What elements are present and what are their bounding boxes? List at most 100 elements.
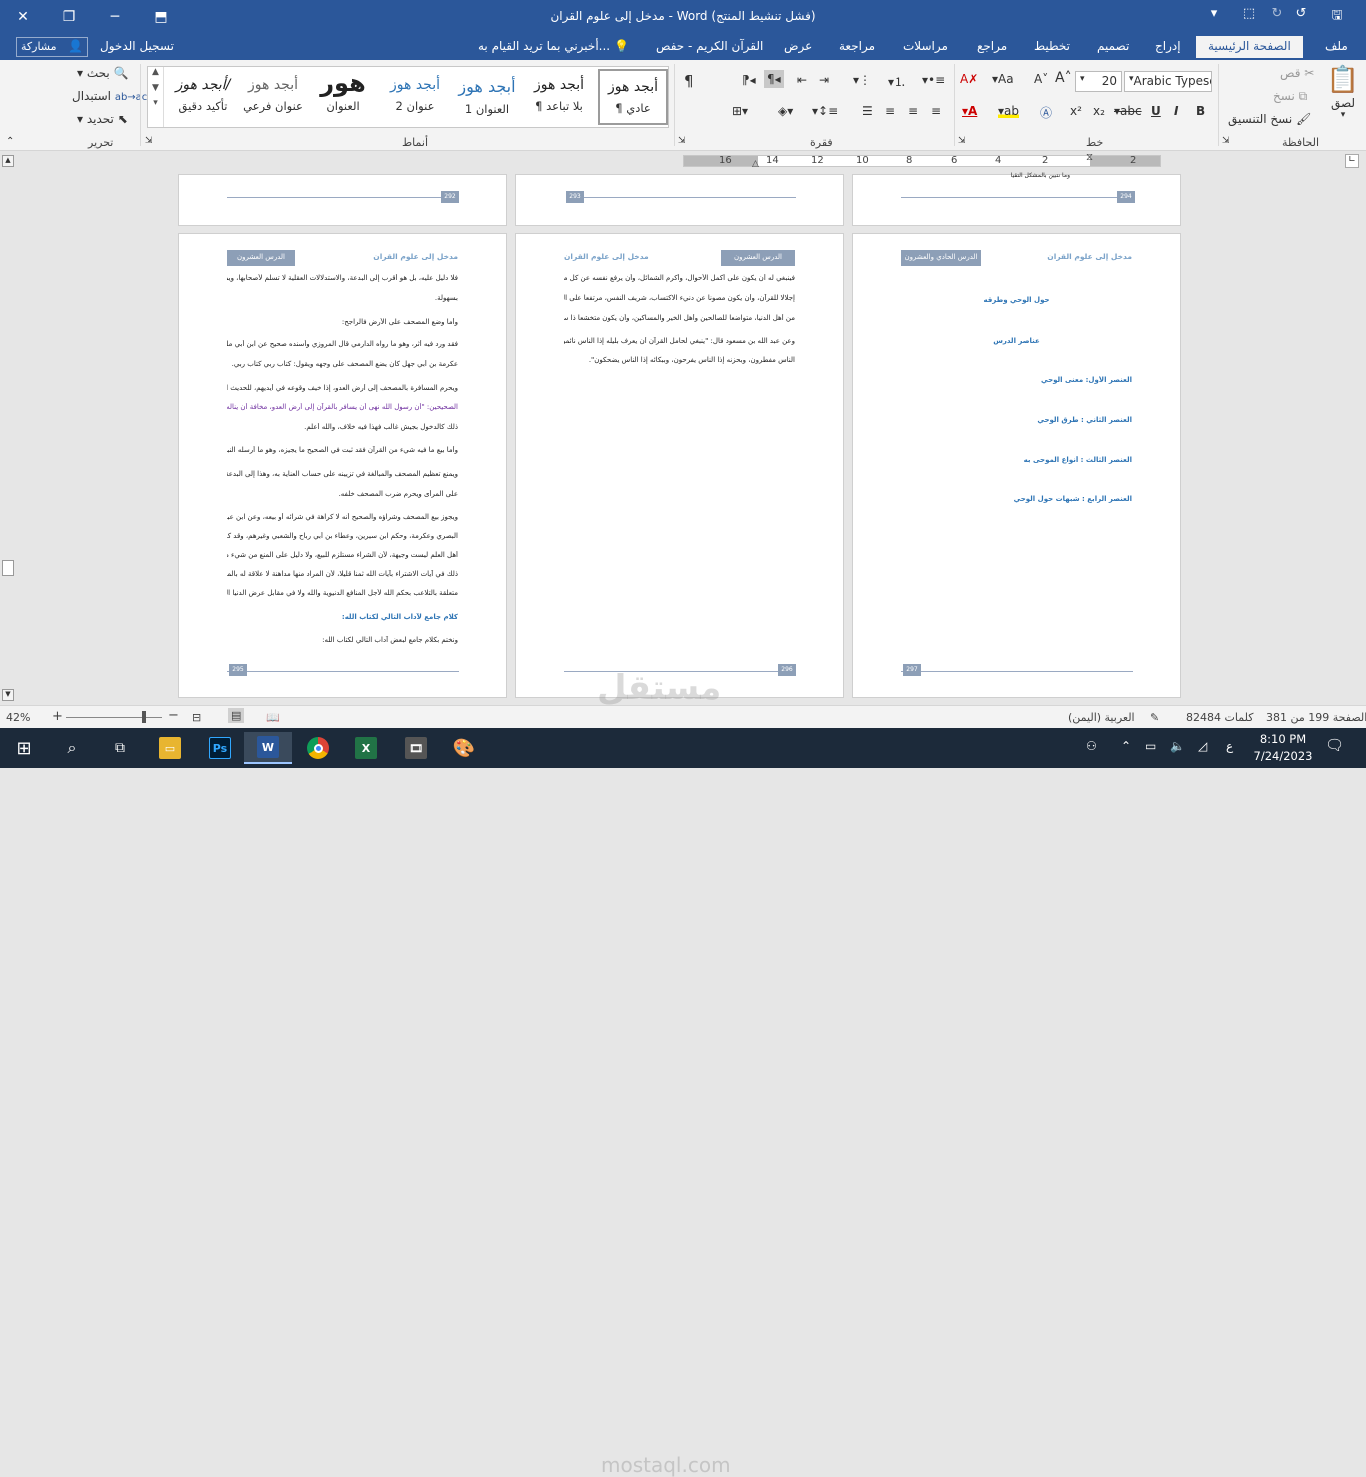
style-normal[interactable]: أبجد هوز ¶ عادي bbox=[598, 69, 668, 125]
change-case-icon[interactable]: ▾Aa bbox=[992, 72, 1014, 86]
read-mode-icon[interactable]: 📖 bbox=[266, 711, 280, 724]
people-icon[interactable]: ⚇ bbox=[1086, 739, 1097, 753]
increase-indent-icon[interactable]: ⇥ bbox=[819, 73, 829, 87]
style-subtitle[interactable]: أبجد هوز عنوان فرعي bbox=[238, 69, 308, 125]
vertical-scrollbar[interactable]: ▲ ▼ bbox=[0, 153, 17, 705]
align-right-icon[interactable]: ≡ bbox=[931, 104, 941, 118]
language-indicator[interactable]: العربية (اليمن) bbox=[1068, 711, 1135, 724]
scroll-thumb[interactable] bbox=[2, 560, 14, 576]
style-no-spacing[interactable]: أبجد هوز ¶ بلا تباعد bbox=[524, 69, 594, 125]
zoom-level[interactable]: 42% bbox=[6, 711, 30, 724]
customize-qat-icon[interactable]: ▾ bbox=[1203, 6, 1225, 26]
styles-dialog-launcher-icon[interactable]: ⇲ bbox=[145, 136, 153, 146]
font-size-box[interactable]: ▾ 20 bbox=[1075, 71, 1122, 92]
paste-button[interactable]: 📋 لصق ▾ bbox=[1325, 64, 1361, 120]
collapse-ribbon-icon[interactable]: ⌃ bbox=[6, 136, 14, 147]
tab-insert[interactable]: إدراج bbox=[1155, 39, 1181, 53]
font-family-box[interactable]: ▾ Arabic Typese bbox=[1124, 71, 1212, 92]
volume-icon[interactable]: 🔈 bbox=[1170, 739, 1185, 753]
font-color-icon[interactable]: ▾A bbox=[962, 104, 977, 118]
italic-icon[interactable]: I bbox=[1174, 104, 1178, 118]
highlight-icon[interactable]: ▾ab bbox=[998, 104, 1019, 118]
print-layout-icon[interactable]: ▤ bbox=[228, 708, 245, 723]
clear-formatting-icon[interactable]: A✗ bbox=[960, 72, 978, 86]
document-page[interactable]: 292 bbox=[178, 174, 507, 226]
tab-mailings[interactable]: مراسلات bbox=[903, 39, 948, 53]
subscript-icon[interactable]: x₂ bbox=[1093, 104, 1105, 118]
grow-font-icon[interactable]: A˄ bbox=[1055, 70, 1072, 86]
replace-button[interactable]: استبدال ab→ac bbox=[72, 89, 147, 103]
tab-home[interactable]: الصفحة الرئيسية bbox=[1196, 36, 1303, 58]
horizontal-ruler[interactable]: 2 2 4 6 8 10 12 14 16 ⧖ △ bbox=[683, 152, 1161, 169]
input-language[interactable]: ع bbox=[1226, 739, 1233, 753]
line-spacing-icon[interactable]: ▾↕≡ bbox=[812, 104, 838, 118]
taskbar-excel[interactable]: X bbox=[342, 732, 390, 764]
tab-design[interactable]: تصميم bbox=[1097, 39, 1129, 53]
share-button[interactable]: مشاركة 👤 bbox=[16, 37, 88, 57]
taskbar-chrome[interactable] bbox=[294, 732, 342, 764]
style-heading-1[interactable]: أبجد هوز العنوان 1 bbox=[452, 69, 522, 125]
word-count[interactable]: 82484 كلمات bbox=[1186, 711, 1253, 724]
web-layout-icon[interactable]: ⊟ bbox=[192, 711, 201, 724]
zoom-in-icon[interactable]: + bbox=[52, 709, 63, 724]
align-left-icon[interactable]: ≡ bbox=[885, 104, 895, 118]
tell-me-box[interactable]: أخبرني بما تريد القيام به... 💡 bbox=[478, 39, 629, 53]
tab-review[interactable]: مراجعة bbox=[839, 39, 875, 53]
font-dialog-launcher-icon[interactable]: ⇲ bbox=[958, 136, 966, 146]
borders-icon[interactable]: ⊞▾ bbox=[732, 104, 748, 118]
tab-marker-icon[interactable]: △ bbox=[752, 159, 759, 169]
zoom-out-icon[interactable]: − bbox=[168, 708, 179, 723]
tray-chevron-icon[interactable]: ⌃ bbox=[1121, 739, 1131, 753]
task-view-button[interactable]: ⧉ bbox=[96, 732, 144, 764]
gallery-scroll[interactable]: ▲ ▼ ▾ bbox=[148, 67, 164, 127]
pilcrow-icon[interactable]: ¶ bbox=[684, 72, 694, 90]
select-button[interactable]: ▾ تحديد ⬉ bbox=[77, 112, 128, 126]
gallery-up-icon[interactable]: ▲ bbox=[148, 67, 163, 77]
start-button[interactable]: ⊞ bbox=[0, 732, 48, 764]
find-button[interactable]: ▾ بحث 🔍 bbox=[77, 66, 129, 80]
style-heading-2[interactable]: أبجد هوز عنوان 2 bbox=[380, 69, 450, 125]
ltr-direction-icon[interactable]: ⁋◂ bbox=[742, 73, 756, 87]
sign-in-link[interactable]: تسجيل الدخول bbox=[100, 39, 174, 53]
scroll-up-icon[interactable]: ▲ bbox=[2, 155, 14, 167]
center-icon[interactable]: ≡ bbox=[908, 104, 918, 118]
network-icon[interactable]: ◿ bbox=[1198, 739, 1207, 753]
taskbar-word[interactable]: W bbox=[244, 732, 292, 764]
tab-view[interactable]: عرض bbox=[784, 39, 812, 53]
rtl-direction-icon[interactable]: ¶◂ bbox=[764, 70, 784, 88]
scroll-down-icon[interactable]: ▼ bbox=[2, 689, 14, 701]
taskbar-paint[interactable]: 🎨 bbox=[440, 732, 488, 764]
document-page[interactable]: مدخل إلى علوم القران الدرس العشرون فلا د… bbox=[178, 233, 507, 698]
shading-icon[interactable]: ◈▾ bbox=[778, 104, 793, 118]
paragraph-dialog-launcher-icon[interactable]: ⇲ bbox=[678, 136, 686, 146]
bullets-icon[interactable]: ▾•≡ bbox=[922, 73, 945, 87]
proofing-icon[interactable]: ✎ bbox=[1150, 711, 1159, 724]
tab-layout[interactable]: تخطيط bbox=[1034, 39, 1070, 53]
clipboard-dialog-launcher-icon[interactable]: ⇲ bbox=[1222, 136, 1230, 146]
zoom-slider[interactable] bbox=[66, 717, 162, 718]
gallery-down-icon[interactable]: ▼ bbox=[148, 83, 163, 93]
copy-button[interactable]: نسخ ⧉ bbox=[1273, 89, 1307, 104]
undo-icon[interactable]: ↺ bbox=[1290, 6, 1312, 26]
decrease-indent-icon[interactable]: ⇤ bbox=[797, 73, 807, 87]
tab-selector-icon[interactable]: ∟ bbox=[1345, 154, 1359, 168]
numbering-icon[interactable]: ▾⒈ bbox=[888, 73, 906, 90]
paste-dropdown-icon[interactable]: ▾ bbox=[1325, 110, 1361, 120]
justify-icon[interactable]: ☰ bbox=[862, 104, 873, 118]
tab-file[interactable]: ملف bbox=[1325, 39, 1348, 53]
style-title[interactable]: هور العنوان bbox=[308, 69, 378, 125]
page-indicator[interactable]: الصفحة 199 من 381 bbox=[1266, 711, 1366, 724]
superscript-icon[interactable]: x² bbox=[1070, 104, 1082, 118]
redo-icon[interactable]: ↻ bbox=[1266, 6, 1288, 26]
taskbar-video[interactable]: 🎞 bbox=[392, 732, 440, 764]
format-painter-button[interactable]: نسخ التنسيق 🖌 bbox=[1228, 112, 1311, 126]
strikethrough-icon[interactable]: ▾abc bbox=[1114, 104, 1142, 118]
shrink-font-icon[interactable]: A˅ bbox=[1034, 72, 1048, 86]
indent-marker-icon[interactable]: ⧖ bbox=[1086, 152, 1093, 163]
search-button[interactable]: ⌕ bbox=[48, 732, 96, 764]
document-page[interactable]: مدخل إلى علوم القران الدرس الحادي والعشر… bbox=[852, 233, 1181, 698]
cut-button[interactable]: قص ✂ bbox=[1280, 66, 1314, 80]
tab-references[interactable]: مراجع bbox=[977, 39, 1007, 53]
multilevel-list-icon[interactable]: ▾⋮ bbox=[853, 73, 871, 87]
zoom-slider-thumb[interactable] bbox=[142, 711, 146, 723]
